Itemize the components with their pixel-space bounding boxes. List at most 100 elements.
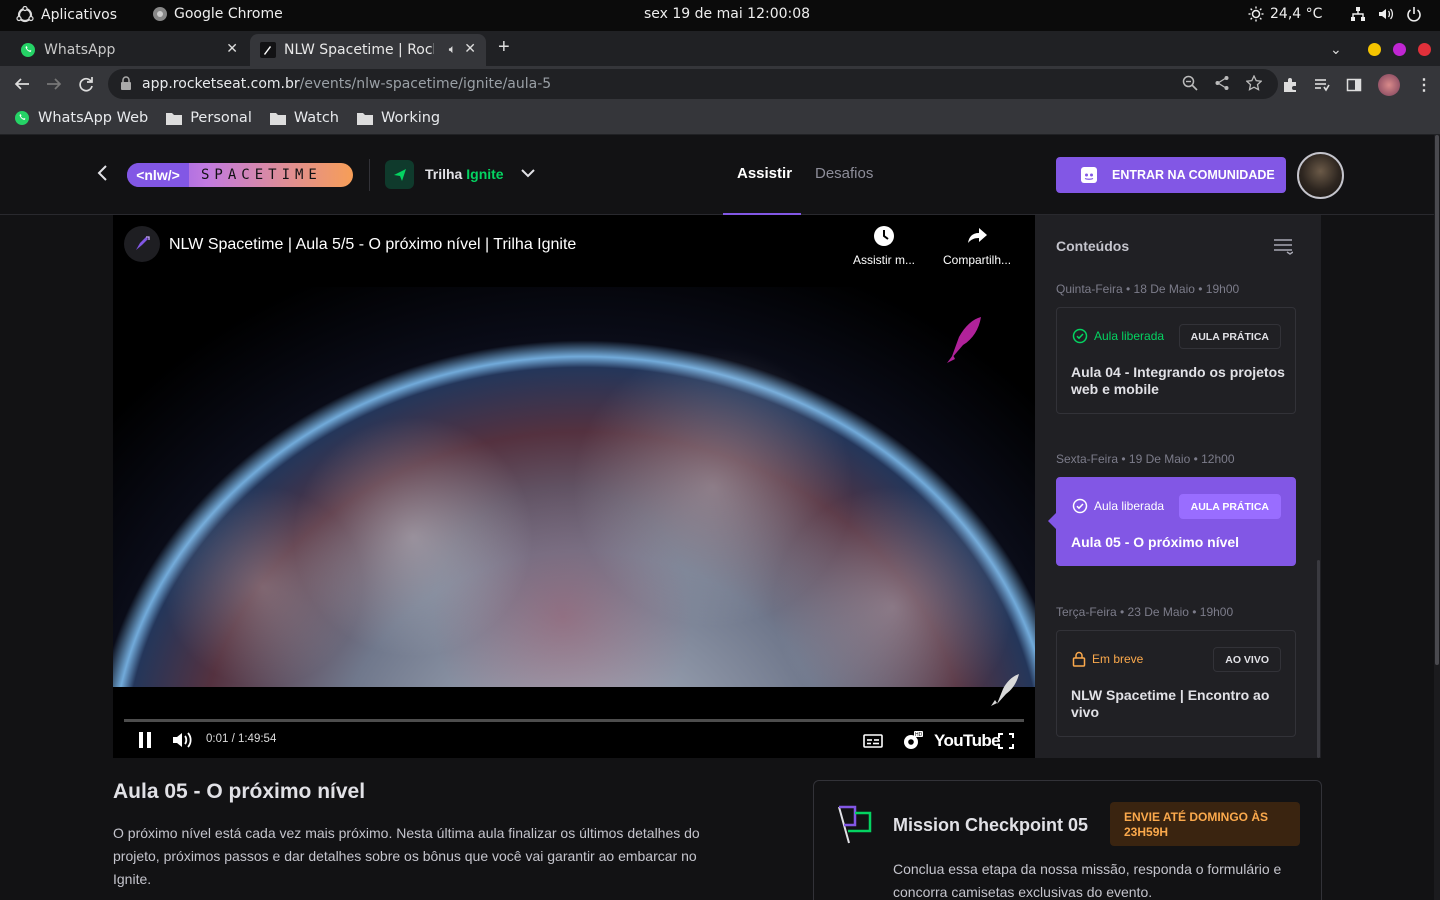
address-bar[interactable]: app.rocketseat.com.br/events/nlw-spaceti… — [108, 69, 1278, 99]
video-progress-bar[interactable] — [124, 719, 1024, 722]
share-button[interactable]: Compartilh... — [943, 225, 1011, 267]
tab-search-icon[interactable]: ⌄ — [1330, 41, 1342, 58]
url-host: app.rocketseat.com.br — [142, 76, 300, 92]
header-divider — [369, 159, 370, 191]
nlw-spacetime-logo[interactable]: <nlw/> SPACETIME — [127, 163, 353, 187]
share-icon[interactable] — [1214, 75, 1230, 91]
site-header: <nlw/> SPACETIME Trilha Ignite Assistir … — [0, 135, 1434, 215]
discord-icon — [1081, 167, 1097, 183]
fullscreen-icon[interactable] — [998, 733, 1014, 749]
join-community-button[interactable]: ENTRAR NA COMUNIDADE — [1056, 157, 1286, 193]
bookmark-folder-watch[interactable]: Watch — [269, 110, 339, 126]
check-circle-icon — [1072, 498, 1088, 514]
whatsapp-icon — [21, 43, 35, 57]
lesson-status-text: Aula liberada — [1094, 499, 1165, 513]
lesson-type-badge: AULA PRÁTICA — [1178, 494, 1281, 519]
close-icon[interactable]: ✕ — [464, 41, 476, 57]
rocketseat-watermark-icon — [947, 317, 981, 363]
more-menu-icon[interactable]: ⋮ — [1416, 75, 1432, 95]
video-title[interactable]: NLW Spacetime | Aula 5/5 - O próximo nív… — [169, 236, 576, 254]
zoom-icon[interactable] — [1182, 75, 1198, 91]
contents-sidebar: Conteúdos Quinta-Feira • 18 De Maio • 19… — [1035, 215, 1321, 758]
subtitles-icon[interactable] — [863, 734, 883, 748]
new-tab-button[interactable]: + — [498, 36, 510, 59]
bookmark-folder-working[interactable]: Working — [357, 110, 440, 126]
page-scrollbar[interactable] — [1434, 135, 1440, 900]
network-icon — [1351, 7, 1365, 21]
channel-watermark-icon[interactable] — [989, 672, 1023, 708]
lesson-card-aula-04[interactable]: Aula liberada AULA PRÁTICA Aula 04 - Int… — [1056, 307, 1296, 414]
settings-gear-icon[interactable]: HD — [901, 731, 923, 751]
maximize-button[interactable] — [1392, 43, 1406, 56]
ignite-icon — [385, 160, 414, 189]
side-panel-icon[interactable] — [1346, 77, 1362, 93]
lesson-card-encontro-ao-vivo[interactable]: Em breve AO VIVO NLW Spacetime | Encontr… — [1056, 630, 1296, 737]
svg-text:HD: HD — [915, 732, 923, 738]
chevron-down-icon[interactable] — [520, 167, 536, 179]
apps-menu[interactable]: Aplicativos — [16, 6, 117, 24]
back-chevron-icon[interactable] — [96, 163, 108, 183]
sidebar-title: Conteúdos — [1056, 238, 1130, 254]
audio-playing-icon[interactable]: 🔈︎ — [449, 42, 456, 57]
close-window-button[interactable] — [1417, 43, 1431, 56]
sidebar-scrollbar[interactable] — [1317, 560, 1320, 758]
bookmarks-bar: WhatsApp Web Personal Watch Working — [0, 102, 1440, 135]
close-icon[interactable]: ✕ — [226, 41, 238, 57]
watch-later-button[interactable]: Assistir m... — [853, 225, 915, 267]
browser-toolbar: app.rocketseat.com.br/events/nlw-spaceti… — [0, 66, 1440, 102]
web-page: <nlw/> SPACETIME Trilha Ignite Assistir … — [0, 135, 1440, 900]
lesson-status: Aula liberada — [1072, 498, 1164, 514]
weather[interactable]: 24,4 °C — [1248, 6, 1322, 22]
lock-icon — [1072, 651, 1086, 667]
user-avatar[interactable] — [1297, 152, 1344, 199]
bookmark-folder-personal[interactable]: Personal — [166, 110, 252, 126]
ubuntu-icon — [16, 6, 34, 23]
lesson-status: Em breve — [1072, 651, 1143, 667]
browser-tabstrip: WhatsApp ✕ NLW Spacetime | Rocketseat 🔈︎… — [0, 31, 1440, 66]
tab-desafios[interactable]: Desafios — [815, 165, 873, 182]
lesson-card-aula-05[interactable]: Aula liberada AULA PRÁTICA Aula 05 - O p… — [1056, 477, 1296, 566]
forward-arrow-icon[interactable] — [46, 76, 62, 92]
lock-icon[interactable] — [120, 76, 132, 90]
active-lesson-pointer — [1048, 513, 1056, 529]
minimize-button[interactable] — [1367, 43, 1381, 56]
mission-checkpoint-card[interactable]: Mission Checkpoint 05 ENVIE ATÉ DOMINGO … — [813, 780, 1322, 900]
whatsapp-icon — [15, 111, 29, 125]
lesson-status-text: Em breve — [1092, 652, 1144, 666]
clock[interactable]: sex 19 de mai 12:00:08 — [644, 6, 810, 22]
day-label: Terça-Feira • 23 De Maio • 19h00 — [1056, 605, 1234, 619]
mission-title: Mission Checkpoint 05 — [893, 815, 1089, 835]
active-app-indicator[interactable]: Google Chrome — [152, 6, 283, 22]
youtube-logo[interactable]: YouTube — [934, 731, 1001, 751]
bookmark-whatsapp-web[interactable]: WhatsApp Web — [14, 110, 148, 126]
extensions-icon[interactable] — [1282, 77, 1298, 93]
trilha-selector[interactable]: Trilha Ignite — [425, 166, 504, 182]
watch-later-label: Assistir m... — [853, 253, 915, 267]
page-scrollbar-thumb[interactable] — [1435, 135, 1439, 665]
system-tray[interactable] — [1350, 6, 1422, 22]
reading-list-icon[interactable] — [1314, 77, 1330, 93]
back-arrow-icon[interactable] — [14, 76, 30, 92]
power-icon — [1407, 7, 1421, 22]
active-app-label: Google Chrome — [174, 6, 283, 22]
pause-icon[interactable] — [137, 731, 153, 749]
bookmark-star-icon[interactable] — [1246, 75, 1262, 91]
rocketseat-icon — [260, 42, 276, 58]
list-menu-icon[interactable] — [1273, 237, 1293, 255]
rocket-icon — [136, 236, 150, 250]
share-arrow-icon — [968, 228, 988, 243]
video-player[interactable]: NLW Spacetime | Aula 5/5 - O próximo nív… — [113, 215, 1035, 758]
weather-text: 24,4 °C — [1270, 6, 1323, 22]
apps-label: Aplicativos — [41, 7, 118, 23]
tab-assistir[interactable]: Assistir — [737, 165, 792, 182]
tab-nlw-spacetime[interactable]: NLW Spacetime | Rocketseat 🔈︎ ✕ — [250, 34, 486, 66]
os-top-bar: Aplicativos Google Chrome sex 19 de mai … — [0, 0, 1440, 31]
volume-icon[interactable] — [172, 731, 194, 749]
lesson-status: Aula liberada — [1072, 328, 1164, 344]
reload-icon[interactable] — [78, 76, 94, 92]
channel-avatar[interactable] — [124, 226, 160, 262]
profile-avatar[interactable] — [1378, 74, 1400, 96]
video-time: 0:01 / 1:49:54 — [206, 733, 277, 745]
logo-spacetime: SPACETIME — [201, 167, 322, 183]
tab-whatsapp[interactable]: WhatsApp ✕ — [10, 34, 248, 66]
